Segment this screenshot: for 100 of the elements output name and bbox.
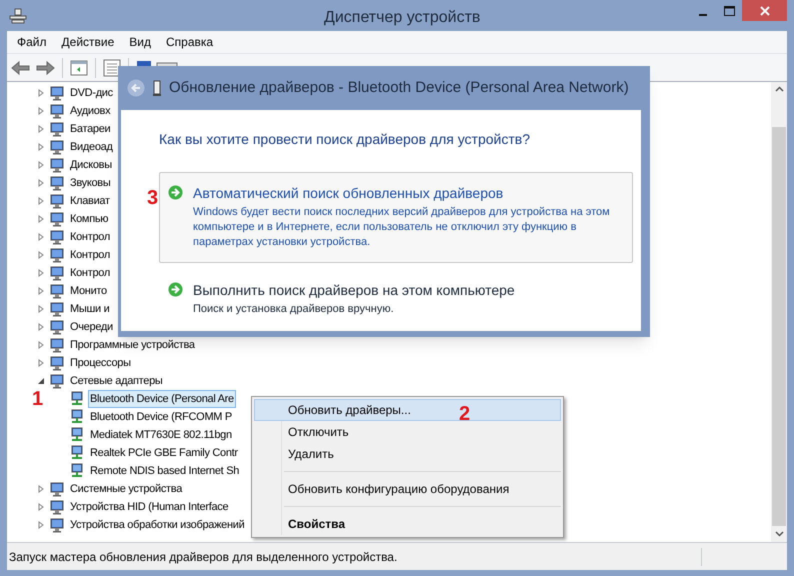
close-button[interactable] xyxy=(742,0,787,21)
device-icon xyxy=(49,229,65,245)
device-icon xyxy=(49,121,65,137)
expand-arrow-icon[interactable] xyxy=(37,485,45,493)
expand-arrow-icon[interactable] xyxy=(37,215,45,223)
expand-arrow-icon[interactable] xyxy=(37,125,45,133)
tree-item[interactable]: Системные устройства xyxy=(68,480,184,498)
network-adapter-icon xyxy=(69,409,85,425)
tree-item[interactable]: Клавиат xyxy=(68,192,112,210)
device-icon xyxy=(49,265,65,281)
device-icon xyxy=(49,319,65,335)
tree-item[interactable]: Монито xyxy=(68,282,109,300)
arrow-icon xyxy=(168,282,183,297)
network-adapter-icon xyxy=(69,463,85,479)
tree-item[interactable]: Mediatek MT7630E 802.11bgn xyxy=(88,426,234,444)
tree-item[interactable]: Звуковы xyxy=(68,174,112,192)
back-icon[interactable] xyxy=(127,79,145,97)
expand-arrow-icon[interactable] xyxy=(37,89,45,97)
network-adapter-icon xyxy=(69,427,85,443)
device-icon xyxy=(153,80,161,96)
device-icon xyxy=(49,211,65,227)
tree-item[interactable]: Контрол xyxy=(68,264,112,282)
menu-item[interactable]: Свойства xyxy=(254,513,561,535)
option-description: Поиск и установка драйверов вручную. xyxy=(193,302,395,317)
close-icon xyxy=(760,6,770,16)
network-adapter-icon xyxy=(69,445,85,461)
menu-item[interactable]: Файл xyxy=(17,33,47,51)
menu-item[interactable]: Удалить xyxy=(254,443,561,465)
panel-icon[interactable] xyxy=(70,60,88,76)
tree-item[interactable]: Программные устройства xyxy=(68,336,197,354)
expand-arrow-icon[interactable] xyxy=(37,323,45,331)
tree-item[interactable]: Процессоры xyxy=(68,354,133,372)
scrollbar[interactable] xyxy=(771,82,787,542)
expand-arrow-icon[interactable] xyxy=(37,341,45,349)
expand-arrow-icon[interactable] xyxy=(37,359,45,367)
device-icon xyxy=(49,481,65,497)
list-icon[interactable] xyxy=(103,58,121,76)
expand-arrow-icon[interactable] xyxy=(37,305,45,313)
device-icon xyxy=(49,499,65,515)
tree-item[interactable]: Remote NDIS based Internet Sh xyxy=(88,462,242,480)
tree-item[interactable]: DVD-дис xyxy=(68,84,115,102)
device-icon xyxy=(49,193,65,209)
tree-item[interactable]: Видеоад xyxy=(68,138,115,156)
minimize-icon xyxy=(699,14,707,16)
option-description: Windows будет вести поиск последних версий драйверов для устройства на этом компьютере и в Интернете, если пользователь не отключил эту функцию в параметрах установки устройства. xyxy=(193,205,611,250)
collapse-arrow-icon[interactable] xyxy=(37,377,45,385)
tree-item[interactable]: Компью xyxy=(68,210,110,228)
menu-item[interactable]: Справка xyxy=(166,33,214,51)
menu-item[interactable]: Обновить конфигурацию оборудования xyxy=(254,478,561,500)
menu-item[interactable]: Действие xyxy=(62,33,114,51)
window-title: Диспетчер устройств xyxy=(324,8,480,28)
expand-arrow-icon[interactable] xyxy=(37,233,45,241)
back-icon[interactable] xyxy=(11,60,31,76)
status-text: Запуск мастера обновления драйверов для выделенного устройства. xyxy=(7,548,702,566)
tree-item[interactable]: Мыши и xyxy=(68,300,112,318)
tree-item[interactable]: Устройства обработки изображений xyxy=(68,516,246,534)
network-adapter-icon xyxy=(69,391,85,407)
option-title: Автоматический поиск обновленных драйверов xyxy=(193,184,504,203)
expand-arrow-icon[interactable] xyxy=(37,251,45,259)
menu-item[interactable]: Обновить драйверы... 2 xyxy=(254,399,561,421)
annotation-number: 3 xyxy=(147,186,158,211)
scroll-down-icon[interactable] xyxy=(774,531,784,537)
device-icon xyxy=(49,157,65,173)
menu-item[interactable]: Вид xyxy=(129,33,151,51)
expand-arrow-icon[interactable] xyxy=(37,521,45,529)
tree-item[interactable]: Контрол xyxy=(68,228,112,246)
device-icon xyxy=(49,85,65,101)
tree-item[interactable]: Bluetooth Device (Personal Are xyxy=(88,390,236,408)
expand-arrow-icon[interactable] xyxy=(37,503,45,511)
maximize-icon xyxy=(724,6,734,16)
option-button[interactable]: Выполнить поиск драйверов на этом компьютере Поиск и установка драйверов вручную. xyxy=(159,277,633,324)
tree-item[interactable]: Батареи xyxy=(68,120,112,138)
device-icon xyxy=(49,517,65,533)
tree-item[interactable]: Realtek PCIe GBE Family Contr xyxy=(88,444,240,462)
device-icon xyxy=(49,103,65,119)
tree-item[interactable]: Bluetooth Device (RFCOMM P xyxy=(88,408,234,426)
scrollbar-thumb[interactable] xyxy=(772,127,786,526)
device-icon xyxy=(49,247,65,263)
tree-item[interactable]: Сетевые адаптеры xyxy=(68,372,165,390)
expand-arrow-icon[interactable] xyxy=(37,197,45,205)
device-icon xyxy=(49,301,65,317)
tree-item[interactable]: Устройства HID (Human Interface xyxy=(68,498,230,516)
expand-arrow-icon[interactable] xyxy=(37,287,45,295)
tree-item[interactable]: Аудиовх xyxy=(68,102,112,120)
expand-arrow-icon[interactable] xyxy=(37,143,45,151)
device-icon xyxy=(49,175,65,191)
tree-item[interactable]: Контрол xyxy=(68,246,112,264)
device-icon xyxy=(49,283,65,299)
annotation-number: 1 xyxy=(32,387,44,412)
forward-icon[interactable] xyxy=(35,60,55,76)
tree-item[interactable]: Дисковы xyxy=(68,156,114,174)
tree-item[interactable]: Очереди xyxy=(68,318,115,336)
question-text: Как вы хотите провести поиск драйверов для устройств? xyxy=(159,130,531,149)
expand-arrow-icon[interactable] xyxy=(37,107,45,115)
device-icon xyxy=(49,139,65,155)
app-icon xyxy=(9,8,27,24)
expand-arrow-icon[interactable] xyxy=(37,269,45,277)
device-icon xyxy=(49,355,65,371)
expand-arrow-icon[interactable] xyxy=(37,179,45,187)
expand-arrow-icon[interactable] xyxy=(37,161,45,169)
